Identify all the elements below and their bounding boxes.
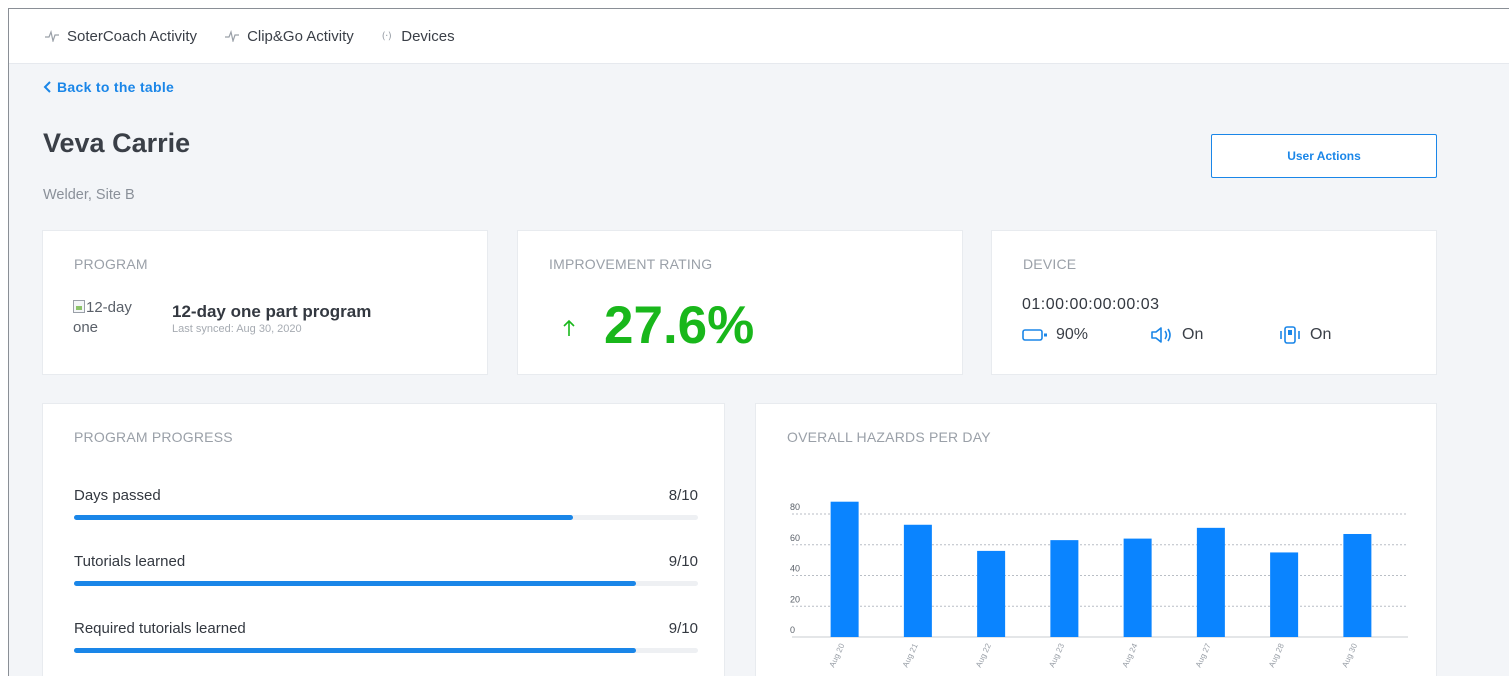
x-tick-label: Aug 20 (828, 642, 847, 669)
chevron-left-icon (43, 81, 51, 93)
rating-card-title: IMPROVEMENT RATING (549, 256, 713, 272)
progress-fill (74, 581, 636, 586)
user-actions-button[interactable]: User Actions (1211, 134, 1437, 178)
hazards-chart-card: OVERALL HAZARDS PER DAY 0 20 40 60 80 Aug 20 A… (755, 403, 1437, 676)
nav-clipgo-activity[interactable]: Clip&Go Activity (225, 28, 354, 45)
app-frame: SoterCoach Activity Clip&Go Activity (·)… (8, 8, 1509, 676)
x-tick-label: Aug 28 (1267, 642, 1286, 669)
progress-bar (74, 648, 698, 653)
device-card: DEVICE 01:00:00:00:00:03 90% On On (991, 230, 1437, 375)
progress-fill (74, 515, 574, 520)
speaker-icon (1151, 327, 1171, 343)
chart-bar (903, 524, 932, 637)
x-tick-label: Aug 30 (1340, 642, 1359, 669)
top-navigation: SoterCoach Activity Clip&Go Activity (·)… (9, 9, 1509, 64)
progress-label: Required tutorials learned (74, 620, 246, 637)
progress-fill (74, 648, 636, 653)
nav-sotercoach-activity[interactable]: SoterCoach Activity (45, 28, 197, 45)
program-progress-card: PROGRAM PROGRESS Days passed 8/10 Tutori… (42, 403, 725, 676)
vibration-value: On (1310, 326, 1332, 343)
sound-value: On (1182, 326, 1204, 343)
y-tick-label: 20 (790, 594, 800, 604)
nav-label: Devices (401, 27, 455, 45)
battery-status: 90% (1022, 326, 1088, 344)
activity-icon (225, 30, 240, 42)
x-tick-label: Aug 22 (974, 642, 993, 669)
y-tick-label: 0 (790, 625, 795, 635)
battery-icon (1022, 329, 1047, 341)
progress-count: 8/10 (668, 487, 698, 504)
chart-bar (1270, 552, 1299, 637)
program-last-synced: Last synced: Aug 30, 2020 (172, 323, 302, 335)
activity-icon (45, 30, 59, 42)
x-tick-label: Aug 23 (1047, 642, 1066, 669)
chart-bar (977, 550, 1006, 637)
device-card-title: DEVICE (1023, 256, 1077, 272)
progress-count: 9/10 (668, 620, 698, 637)
y-tick-label: 80 (790, 502, 800, 512)
page-title: Veva Carrie (43, 128, 191, 158)
chart-bar (830, 501, 859, 637)
improvement-rating-value: 27.6% (604, 296, 755, 355)
nav-devices[interactable]: (·) Devices (382, 28, 455, 45)
chart-bar (1050, 540, 1079, 637)
program-card-title: PROGRAM (74, 256, 148, 272)
progress-bar (74, 581, 698, 586)
progress-card-title: PROGRAM PROGRESS (74, 429, 233, 445)
sound-status: On (1150, 326, 1203, 344)
y-tick-label: 60 (790, 533, 800, 543)
chart-bar (1196, 527, 1225, 637)
improvement-rating-card: IMPROVEMENT RATING 27.6% (517, 230, 963, 375)
back-link-label: Back to the table (57, 79, 175, 95)
arrow-up-icon (562, 319, 576, 343)
nav-label: SoterCoach Activity (67, 27, 198, 45)
chart-bar (1343, 533, 1372, 637)
program-card: PROGRAM 12-day one 12-day one part progr… (42, 230, 488, 375)
y-tick-label: 40 (790, 564, 800, 574)
chart-bar (1123, 538, 1152, 637)
x-tick-label: Aug 27 (1194, 642, 1213, 669)
hazards-bar-chart: 0 20 40 60 80 Aug 20 Aug 21 Aug 22 Aug 23 Aug 24 A… (790, 501, 1408, 669)
user-role: Welder, Site B (43, 187, 135, 203)
device-id: 01:00:00:00:00:03 (1022, 296, 1160, 313)
x-tick-label: Aug 24 (1121, 642, 1140, 669)
x-tick-label: Aug 21 (901, 642, 920, 669)
back-to-table-link[interactable]: Back to the table (43, 79, 174, 95)
progress-count: 9/10 (668, 553, 698, 570)
progress-label: Days passed (74, 487, 161, 504)
battery-level: 90% (1056, 326, 1089, 343)
program-image-broken: 12-day one (73, 298, 145, 338)
vibration-status: On (1278, 326, 1331, 344)
broken-image-icon (73, 300, 85, 313)
vibration-icon (1280, 326, 1300, 344)
program-name: 12-day one part program (172, 302, 372, 321)
progress-label: Tutorials learned (74, 553, 186, 570)
progress-bar (74, 515, 698, 520)
devices-icon: (·) (381, 30, 392, 42)
nav-label: Clip&Go Activity (247, 27, 354, 45)
